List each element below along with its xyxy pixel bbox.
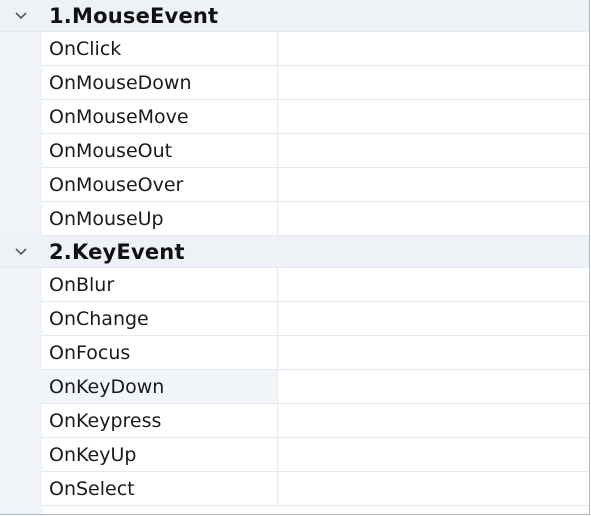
- property-row-selected[interactable]: OnKeyDown: [42, 370, 589, 404]
- property-row[interactable]: OnMouseMove: [42, 100, 589, 134]
- property-name: OnMouseDown: [42, 66, 278, 99]
- property-row[interactable]: OnChange: [42, 302, 589, 336]
- property-row[interactable]: OnMouseOver: [42, 168, 589, 202]
- property-row[interactable]: OnBlur: [42, 268, 589, 302]
- property-value[interactable]: [278, 134, 589, 167]
- property-name: OnMouseUp: [42, 202, 278, 235]
- property-row[interactable]: OnKeyUp: [42, 438, 589, 472]
- property-name: OnBlur: [42, 268, 278, 301]
- property-row[interactable]: OnMouseOut: [42, 134, 589, 168]
- property-value[interactable]: [278, 472, 589, 505]
- group-title: 2.KeyEvent: [49, 239, 185, 264]
- property-name: OnKeyUp: [42, 438, 278, 471]
- property-name: OnSelect: [42, 472, 278, 505]
- property-row[interactable]: OnKeypress: [42, 404, 589, 438]
- property-value[interactable]: [278, 202, 589, 235]
- property-value[interactable]: [278, 268, 589, 301]
- property-row[interactable]: OnMouseDown: [42, 66, 589, 100]
- chevron-down-icon[interactable]: [0, 236, 42, 267]
- property-name: OnClick: [42, 32, 278, 65]
- property-row[interactable]: OnMouseUp: [42, 202, 589, 236]
- property-name: OnFocus: [42, 336, 278, 369]
- group-title: 1.MouseEvent: [49, 3, 219, 28]
- property-value[interactable]: [278, 438, 589, 471]
- property-value[interactable]: [278, 66, 589, 99]
- property-name: OnMouseOut: [42, 134, 278, 167]
- property-name: OnKeypress: [42, 404, 278, 437]
- property-grid: 1.MouseEvent OnClick OnMouseDown OnMouse…: [0, 0, 590, 515]
- property-name: OnChange: [42, 302, 278, 335]
- property-row[interactable]: OnClick: [42, 32, 589, 66]
- property-name: OnMouseOver: [42, 168, 278, 201]
- property-value[interactable]: [278, 336, 589, 369]
- property-value[interactable]: [278, 32, 589, 65]
- property-value[interactable]: [278, 404, 589, 437]
- property-row[interactable]: OnFocus: [42, 336, 589, 370]
- chevron-down-icon[interactable]: [0, 0, 42, 31]
- property-value[interactable]: [278, 370, 589, 403]
- property-name: OnKeyDown: [42, 370, 278, 403]
- property-value[interactable]: [278, 100, 589, 133]
- group-header-keyevent[interactable]: 2.KeyEvent: [0, 236, 589, 268]
- property-row[interactable]: OnSelect: [42, 472, 589, 506]
- property-value[interactable]: [278, 302, 589, 335]
- property-value[interactable]: [278, 168, 589, 201]
- property-name: OnMouseMove: [42, 100, 278, 133]
- group-header-mouseevent[interactable]: 1.MouseEvent: [0, 0, 589, 32]
